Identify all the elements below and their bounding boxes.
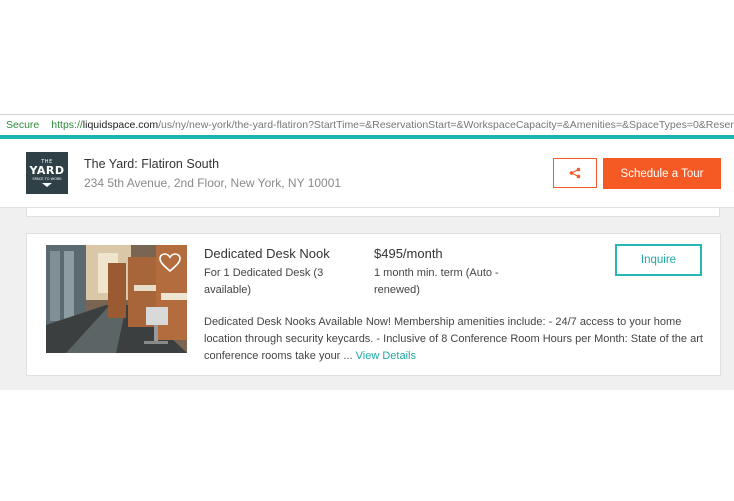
address-bar[interactable]: Secure https://liquidspace.com/us/ny/new…: [0, 114, 734, 135]
logo-subtitle: SPACE TO WORK: [32, 177, 62, 181]
page: Secure https://liquidspace.com/us/ny/new…: [0, 0, 734, 501]
heart-icon[interactable]: [159, 253, 181, 273]
previous-listing-card: [26, 208, 720, 217]
space-title: The Yard: Flatiron South: [84, 157, 220, 171]
listing-card[interactable]: Dedicated Desk Nook For 1 Dedicated Desk…: [26, 233, 721, 376]
listing-title[interactable]: Dedicated Desk Nook: [204, 246, 330, 261]
description-text: Dedicated Desk Nooks Available Now! Memb…: [204, 316, 703, 362]
url-scheme[interactable]: https://: [51, 119, 83, 131]
space-logo[interactable]: THE YARD SPACE TO WORK: [26, 152, 68, 194]
listing-description: Dedicated Desk Nooks Available Now! Memb…: [204, 314, 709, 365]
logo-yard: YARD: [29, 164, 65, 177]
share-button[interactable]: [553, 158, 597, 188]
view-details-link[interactable]: View Details: [356, 350, 416, 362]
inquire-button[interactable]: Inquire: [615, 244, 702, 276]
url-host[interactable]: liquidspace.com: [83, 119, 158, 131]
secure-label[interactable]: Secure: [0, 119, 45, 131]
listing-capacity: For 1 Dedicated Desk (3 available): [204, 267, 324, 296]
listing-price: $495/month: [374, 246, 443, 261]
space-address: 234 5th Avenue, 2nd Floor, New York, NY …: [84, 176, 342, 190]
logo-arrow-icon: [42, 183, 52, 187]
listing-photo[interactable]: [46, 245, 187, 353]
space-header: THE YARD SPACE TO WORK The Yard: Flatiro…: [0, 139, 734, 208]
schedule-tour-button[interactable]: Schedule a Tour: [603, 158, 721, 189]
share-icon: [569, 167, 581, 179]
listing-term: 1 month min. term (Auto - renewed): [374, 267, 499, 296]
listings-area: Dedicated Desk Nook For 1 Dedicated Desk…: [0, 208, 734, 390]
url-path[interactable]: /us/ny/new-york/the-yard-flatiron?StartT…: [158, 119, 734, 131]
